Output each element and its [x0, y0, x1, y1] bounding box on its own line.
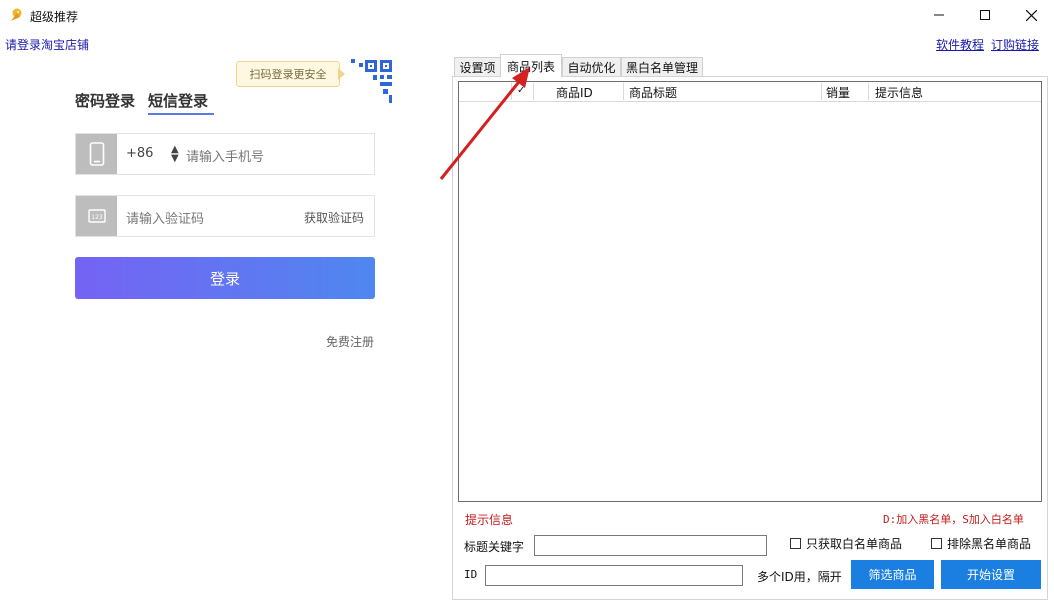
- code-input-placeholder[interactable]: 请输入验证码: [126, 208, 204, 227]
- grid-header: ✓ 商品ID 商品标题 销量 提示信息: [459, 82, 1041, 102]
- active-tab-indicator: [148, 113, 214, 115]
- checkbox-box[interactable]: [790, 538, 801, 549]
- minimize-button[interactable]: [916, 0, 962, 30]
- verification-code-field[interactable]: 123 请输入验证码 获取验证码: [75, 195, 375, 237]
- title-keyword-label: 标题关键字: [464, 540, 525, 554]
- product-grid[interactable]: ✓ 商品ID 商品标题 销量 提示信息: [458, 81, 1042, 502]
- close-icon: [1025, 9, 1037, 21]
- qr-code-icon[interactable]: [343, 57, 395, 109]
- tab-sms-login[interactable]: 短信登录: [148, 90, 208, 111]
- tab-auto-optimize[interactable]: 自动优化: [562, 57, 621, 76]
- multi-id-hint: 多个ID用，隔开: [757, 570, 842, 584]
- title-bar: [0, 0, 1054, 30]
- close-button[interactable]: [1008, 0, 1054, 30]
- only-whitelist-checkbox[interactable]: 只获取白名单商品: [790, 535, 902, 552]
- svg-text:123: 123: [91, 214, 103, 221]
- message-icon: 123: [76, 196, 117, 236]
- column-separator: [868, 83, 869, 100]
- qr-login-tip: 扫码登录更安全: [236, 61, 340, 87]
- shortcut-hint: D:加入黑名单，S加入白名单: [883, 513, 1024, 526]
- order-link[interactable]: 订购链接: [991, 36, 1039, 53]
- login-shop-link[interactable]: 请登录淘宝店铺: [5, 36, 89, 53]
- phone-input-placeholder[interactable]: 请输入手机号: [186, 146, 264, 165]
- column-separator: [533, 83, 534, 100]
- id-label: ID: [464, 568, 478, 581]
- only-whitelist-label: 只获取白名单商品: [806, 537, 903, 551]
- id-input[interactable]: [485, 565, 743, 586]
- title-keyword-input[interactable]: [534, 535, 767, 556]
- get-code-link[interactable]: 获取验证码: [304, 209, 364, 226]
- app-logo-icon: [8, 7, 24, 23]
- tab-settings[interactable]: 设置项: [454, 57, 501, 76]
- column-header-product-id[interactable]: 商品ID: [556, 84, 593, 101]
- column-header-sales[interactable]: 销量: [826, 84, 850, 101]
- maximize-icon: [980, 10, 990, 20]
- column-header-check[interactable]: ✓: [517, 85, 525, 96]
- tab-product-list[interactable]: 商品列表: [500, 54, 562, 77]
- filter-products-button[interactable]: 筛选商品: [851, 560, 934, 589]
- maximize-button[interactable]: [962, 0, 1008, 30]
- checkbox-box[interactable]: [931, 538, 942, 549]
- tab-blacklist-whitelist[interactable]: 黑白名单管理: [621, 57, 703, 76]
- column-header-hint-info[interactable]: 提示信息: [875, 84, 923, 101]
- country-code[interactable]: +86: [126, 146, 153, 161]
- register-link[interactable]: 免费注册: [326, 333, 374, 350]
- column-separator: [821, 83, 822, 100]
- tutorial-link[interactable]: 软件教程: [936, 36, 984, 53]
- tab-password-login[interactable]: 密码登录: [75, 90, 135, 111]
- column-header-product-title[interactable]: 商品标题: [629, 84, 677, 101]
- hint-info-label: 提示信息: [465, 513, 514, 527]
- phone-field[interactable]: +86 ▲ ▼ 请输入手机号: [75, 133, 375, 175]
- start-settings-button[interactable]: 开始设置: [941, 560, 1041, 589]
- exclude-blacklist-label: 排除黑名单商品: [947, 537, 1032, 551]
- column-separator: [623, 83, 624, 100]
- login-button[interactable]: 登录: [75, 257, 375, 299]
- phone-icon: [76, 134, 117, 174]
- column-separator: [511, 83, 512, 100]
- window-title: 超级推荐: [30, 10, 79, 24]
- country-code-caret-icon[interactable]: ▲ ▼: [171, 145, 179, 164]
- exclude-blacklist-checkbox[interactable]: 排除黑名单商品: [931, 535, 1031, 552]
- minimize-icon: [934, 14, 944, 16]
